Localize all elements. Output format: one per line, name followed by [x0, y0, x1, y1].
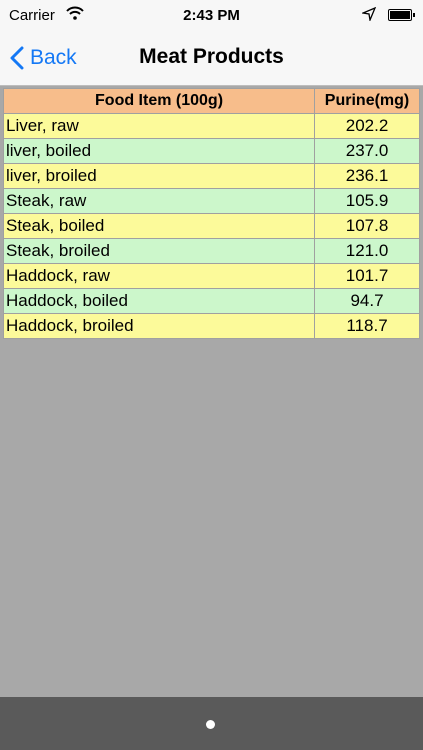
- status-time: 2:43 PM: [183, 7, 240, 24]
- location-arrow-icon: [360, 6, 377, 25]
- page-title: Meat Products: [139, 45, 284, 68]
- food-cell: Steak, broiled: [2, 238, 316, 264]
- table-row[interactable]: Haddock, broiled 118.7: [2, 313, 420, 339]
- table-row[interactable]: Liver, raw 202.2: [2, 113, 420, 139]
- purine-cell: 202.2: [314, 113, 420, 139]
- purine-cell: 118.7: [314, 313, 420, 339]
- purine-cell: 237.0: [314, 138, 420, 164]
- purine-table: Food Item (100g) Purine(mg) Liver, raw 2…: [2, 88, 420, 339]
- food-cell: Steak, raw: [2, 188, 316, 214]
- page-indicator-dot[interactable]: [206, 720, 215, 729]
- purine-cell: 105.9: [314, 188, 420, 214]
- food-cell: Haddock, broiled: [2, 313, 316, 339]
- food-cell: Steak, boiled: [2, 213, 316, 239]
- table-row[interactable]: Steak, boiled 107.8: [2, 213, 420, 239]
- navigation-bar: Back Meat Products: [0, 30, 423, 86]
- purine-cell: 107.8: [314, 213, 420, 239]
- food-cell: Haddock, raw: [2, 263, 316, 289]
- purine-cell: 236.1: [314, 163, 420, 189]
- table-row[interactable]: liver, boiled 237.0: [2, 138, 420, 164]
- table-row[interactable]: Haddock, boiled 94.7: [2, 288, 420, 314]
- battery-icon: [388, 9, 415, 21]
- table-row[interactable]: Haddock, raw 101.7: [2, 263, 420, 289]
- food-cell: liver, broiled: [2, 163, 316, 189]
- purine-cell: 121.0: [314, 238, 420, 264]
- bottom-toolbar: [0, 697, 423, 750]
- table-row[interactable]: Steak, raw 105.9: [2, 188, 420, 214]
- food-cell: Haddock, boiled: [2, 288, 316, 314]
- status-bar: Carrier 2:43 PM: [0, 0, 423, 30]
- purine-cell: 94.7: [314, 288, 420, 314]
- header-purine: Purine(mg): [314, 88, 420, 114]
- table-row[interactable]: liver, broiled 236.1: [2, 163, 420, 189]
- food-cell: liver, boiled: [2, 138, 316, 164]
- header-food-item: Food Item (100g): [2, 88, 316, 114]
- table-row[interactable]: Steak, broiled 121.0: [2, 238, 420, 264]
- food-cell: Liver, raw: [2, 113, 316, 139]
- table-header-row: Food Item (100g) Purine(mg): [2, 88, 420, 114]
- purine-cell: 101.7: [314, 263, 420, 289]
